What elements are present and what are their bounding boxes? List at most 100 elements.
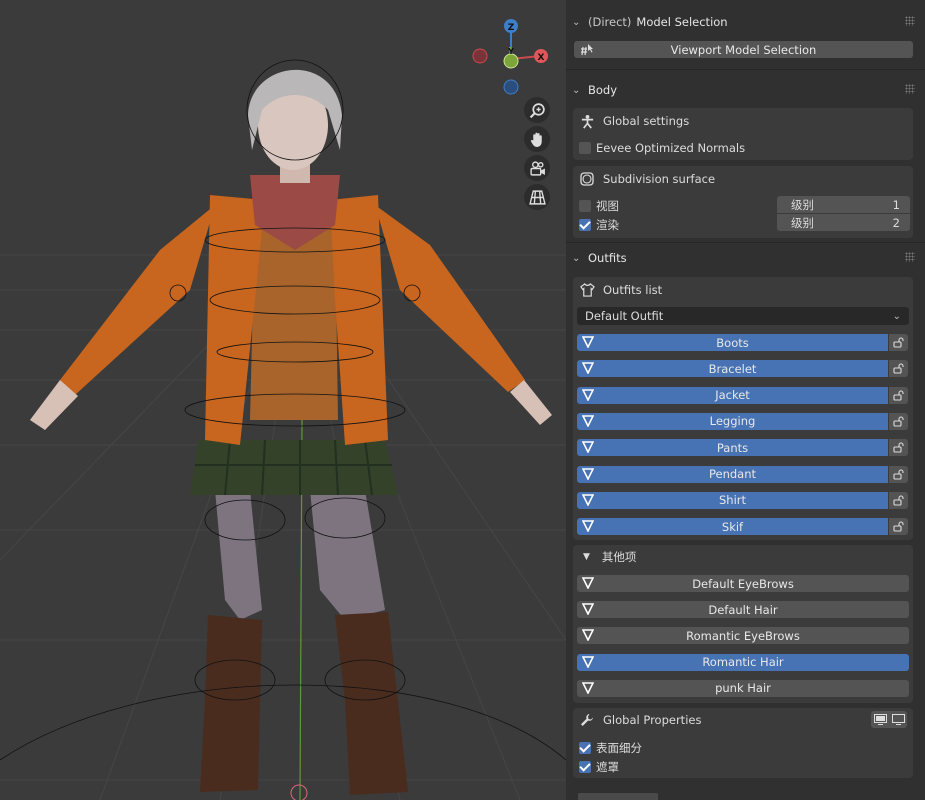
- grid-icon: [528, 189, 546, 205]
- outfit-item-label: Pendant: [708, 467, 757, 481]
- checkbox-checked[interactable]: [579, 761, 591, 773]
- outfit-item-button[interactable]: Shirt: [577, 491, 888, 509]
- triangle-icon: [582, 681, 594, 694]
- checkbox[interactable]: [579, 142, 591, 154]
- camera-view-button[interactable]: [524, 155, 550, 181]
- outfit-item-label: Boots: [716, 335, 749, 350]
- unlocked-icon: [893, 521, 904, 532]
- viewport-model-selection-button[interactable]: Viewport Model Selection: [574, 41, 913, 58]
- viewport-subdiv-checkbox[interactable]: 视图: [579, 198, 619, 214]
- outfit-lock-toggle[interactable]: [889, 360, 908, 378]
- other-item-label: Romantic EyeBrows: [686, 628, 800, 643]
- outfit-item-button[interactable]: Pants: [577, 439, 888, 457]
- outfit-lock-toggle[interactable]: [889, 491, 908, 509]
- zoom-button[interactable]: [524, 97, 550, 123]
- unlocked-icon: [893, 363, 904, 374]
- subsurface-checkbox[interactable]: 表面细分: [579, 740, 642, 756]
- outfit-lock-toggle[interactable]: [889, 439, 908, 457]
- checkbox-checked[interactable]: [579, 742, 591, 754]
- outfit-item-label: Bracelet: [708, 361, 757, 376]
- triangle-icon: [582, 629, 594, 642]
- outfit-item-label: Legging: [709, 414, 756, 429]
- other-item-label: Default EyeBrows: [692, 576, 794, 591]
- other-item-button[interactable]: Romantic Hair: [577, 653, 909, 671]
- mask-checkbox[interactable]: 遮罩: [579, 759, 619, 775]
- checkbox[interactable]: [579, 200, 591, 212]
- outfit-item-button[interactable]: Legging: [577, 412, 888, 430]
- other-items-box: ▼ 其他项 Default EyeBrows Default Hair Romant…: [573, 545, 913, 703]
- outfit-lock-toggle[interactable]: [889, 518, 908, 536]
- divider: [566, 242, 925, 243]
- triangle-icon: [582, 520, 594, 533]
- triangle-icon: [582, 603, 594, 616]
- global-settings-label: Global settings: [603, 114, 690, 128]
- triangle-icon: [582, 467, 594, 480]
- outfit-dropdown[interactable]: Default Outfit ⌄: [577, 307, 909, 325]
- other-item-button[interactable]: Default Hair: [577, 601, 909, 619]
- monitor-outline-icon[interactable]: [891, 714, 905, 725]
- chevron-down-icon: ⌄: [572, 84, 581, 96]
- other-item-button[interactable]: Romantic EyeBrows: [577, 627, 909, 645]
- triangle-icon: [582, 655, 594, 668]
- zoom-icon: [529, 102, 545, 118]
- outfit-lock-toggle[interactable]: [889, 412, 908, 430]
- display-toggle-group[interactable]: [871, 711, 907, 728]
- outfit-item-button[interactable]: Pendant: [577, 465, 888, 483]
- other-item-button[interactable]: Default EyeBrows: [577, 575, 909, 592]
- outfits-list-row: Outfits list: [579, 282, 662, 298]
- render-subdiv-checkbox[interactable]: 渲染: [579, 217, 619, 233]
- 3d-viewport[interactable]: Z X Y: [0, 0, 566, 800]
- outfits-header[interactable]: ⌄ Outfits: [566, 247, 925, 269]
- outfit-item-button[interactable]: Boots: [577, 334, 888, 351]
- subdivision-label: Subdivision surface: [603, 172, 716, 186]
- triangle-icon: [582, 362, 594, 375]
- unlocked-icon: [893, 337, 904, 348]
- level-label: 级别: [791, 197, 814, 212]
- drag-grip-icon[interactable]: [905, 252, 915, 262]
- outfit-item-button[interactable]: Skif: [577, 518, 888, 536]
- camera-icon: [529, 160, 545, 176]
- other-item-button[interactable]: punk Hair: [577, 679, 909, 697]
- subdivision-box: Subdivision surface 视图 渲染 级别 1 级别 2: [573, 166, 913, 238]
- viewport-levels-field[interactable]: 级别 1: [777, 196, 910, 213]
- global-settings-box: Global settings Eevee Optimized Normals: [573, 108, 913, 160]
- mask-label: 遮罩: [596, 760, 619, 774]
- checkbox-checked[interactable]: [579, 219, 591, 231]
- axis-gizmo[interactable]: Z X Y: [466, 14, 556, 109]
- chevron-down-icon: ⌄: [892, 310, 901, 322]
- render-label: 渲染: [596, 218, 619, 232]
- viewport-scene: [0, 59, 566, 800]
- other-item-label: Romantic Hair: [702, 655, 784, 670]
- monitor-icon[interactable]: [873, 714, 887, 725]
- unlocked-icon: [893, 442, 904, 453]
- hand-icon: [530, 132, 542, 147]
- triangle-icon: [582, 441, 594, 454]
- outfit-lock-toggle[interactable]: [889, 334, 908, 351]
- render-levels-field[interactable]: 级别 2: [777, 214, 910, 231]
- model-selection-prefix: (Direct): [588, 15, 632, 29]
- triangle-icon: [582, 577, 594, 589]
- outfit-lock-toggle[interactable]: [889, 386, 908, 404]
- drag-grip-icon[interactable]: [905, 84, 915, 94]
- eevee-normals-checkbox[interactable]: Eevee Optimized Normals: [579, 141, 745, 155]
- pan-button[interactable]: [524, 126, 550, 152]
- collapsed-panel-edge[interactable]: [578, 793, 658, 800]
- outfit-dropdown-value: Default Outfit: [585, 309, 664, 323]
- perspective-toggle-button[interactable]: [524, 184, 550, 210]
- render-level-value: 2: [892, 215, 900, 230]
- model-selection-title: Model Selection: [636, 15, 728, 29]
- triangle-icon: [582, 415, 594, 427]
- subdivision-row: Subdivision surface: [579, 171, 715, 187]
- drag-grip-icon[interactable]: [905, 16, 915, 26]
- model-selection-header[interactable]: ⌄ (Direct) Model Selection: [566, 11, 925, 33]
- chevron-down-icon: ⌄: [572, 252, 581, 264]
- outfit-lock-toggle[interactable]: [889, 465, 908, 483]
- other-items-header[interactable]: ▼ 其他项: [583, 549, 636, 565]
- divider: [566, 69, 925, 70]
- triangle-icon: [582, 493, 594, 506]
- outfit-item-button[interactable]: Bracelet: [577, 360, 888, 378]
- restrict-select-icon: [581, 44, 593, 56]
- outfit-item-button[interactable]: Jacket: [577, 386, 888, 404]
- chevron-down-icon: ⌄: [572, 16, 581, 28]
- body-header[interactable]: ⌄ Body: [566, 79, 925, 101]
